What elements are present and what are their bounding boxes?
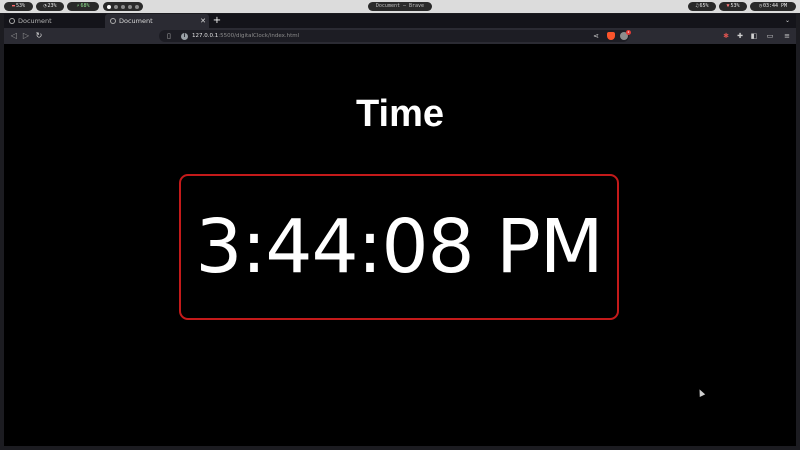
brave-rewards-icon[interactable]: 2 <box>620 30 631 40</box>
tab-label: Document <box>18 17 52 25</box>
mouse-cursor-icon <box>696 388 706 397</box>
site-info-icon[interactable]: i <box>181 32 188 40</box>
page-heading: Time <box>355 93 444 135</box>
back-button[interactable]: ◁ <box>8 28 20 44</box>
workspace-dot[interactable] <box>114 4 118 9</box>
tab-strip: Document Document ✕ + ⌄ <box>4 14 796 28</box>
page-viewport: Time 3:44:08 PM <box>4 44 796 446</box>
sidebar-toggle-icon[interactable]: ◧ <box>748 28 760 44</box>
tab-document-1[interactable]: Document <box>4 14 104 28</box>
tab-search-chevron-icon[interactable]: ⌄ <box>785 14 790 28</box>
browser-toolbar: ◁ ▷ ↻ ▯ i 127.0.0.1:5500/digitalClock/in… <box>4 28 796 44</box>
rewards-badge: 2 <box>626 30 631 35</box>
system-status-bar: ▬53% ◔23% ⚡68% Document — Brave ♫65% ▼53… <box>0 0 800 13</box>
cpu-indicator: ▬53% <box>4 2 33 11</box>
forward-button[interactable]: ▷ <box>20 28 32 44</box>
workspace-dot-active[interactable] <box>107 4 111 9</box>
menu-icon[interactable]: ≡ <box>781 28 793 44</box>
wallet-icon[interactable]: ▭ <box>764 28 776 44</box>
battery-indicator: ⚡68% <box>67 2 99 11</box>
workspace-dot[interactable] <box>128 4 132 9</box>
window-bottom-edge <box>0 446 800 450</box>
clock-time: 3:44:08 PM <box>195 204 603 290</box>
extensions-puzzle-icon[interactable]: ✚ <box>734 28 746 44</box>
workspace-switcher[interactable] <box>103 2 143 11</box>
system-clock[interactable]: ◷03:44 PM <box>750 2 796 11</box>
reload-button[interactable]: ↻ <box>33 28 45 44</box>
volume-indicator[interactable]: ♫65% <box>688 2 716 11</box>
clock-icon: ◷ <box>758 3 762 9</box>
brave-shields-icon[interactable] <box>607 32 615 40</box>
close-tab-icon[interactable]: ✕ <box>200 14 206 28</box>
memory-indicator: ◔23% <box>36 2 64 11</box>
wifi-indicator[interactable]: ▼53% <box>719 2 747 11</box>
globe-icon <box>110 17 116 24</box>
bookmark-icon[interactable]: ▯ <box>167 30 171 42</box>
address-bar[interactable]: ▯ i 127.0.0.1:5500/digitalClock/index.ht… <box>159 30 631 42</box>
new-tab-button[interactable]: + <box>210 14 224 28</box>
workspace-dot[interactable] <box>121 4 125 9</box>
url-text[interactable]: 127.0.0.1:5500/digitalClock/index.html <box>192 30 299 42</box>
active-window-title: Document — Brave <box>368 2 432 11</box>
tab-document-2[interactable]: Document ✕ <box>105 14 209 28</box>
share-icon[interactable]: ⋖ <box>593 30 599 42</box>
globe-icon <box>9 17 15 24</box>
workspace-dot[interactable] <box>135 4 139 9</box>
cpu-icon: ▬ <box>11 3 15 9</box>
tab-label: Document <box>119 17 153 25</box>
extension-icon[interactable]: ✱ <box>720 28 732 44</box>
clock-display: 3:44:08 PM <box>179 174 619 320</box>
